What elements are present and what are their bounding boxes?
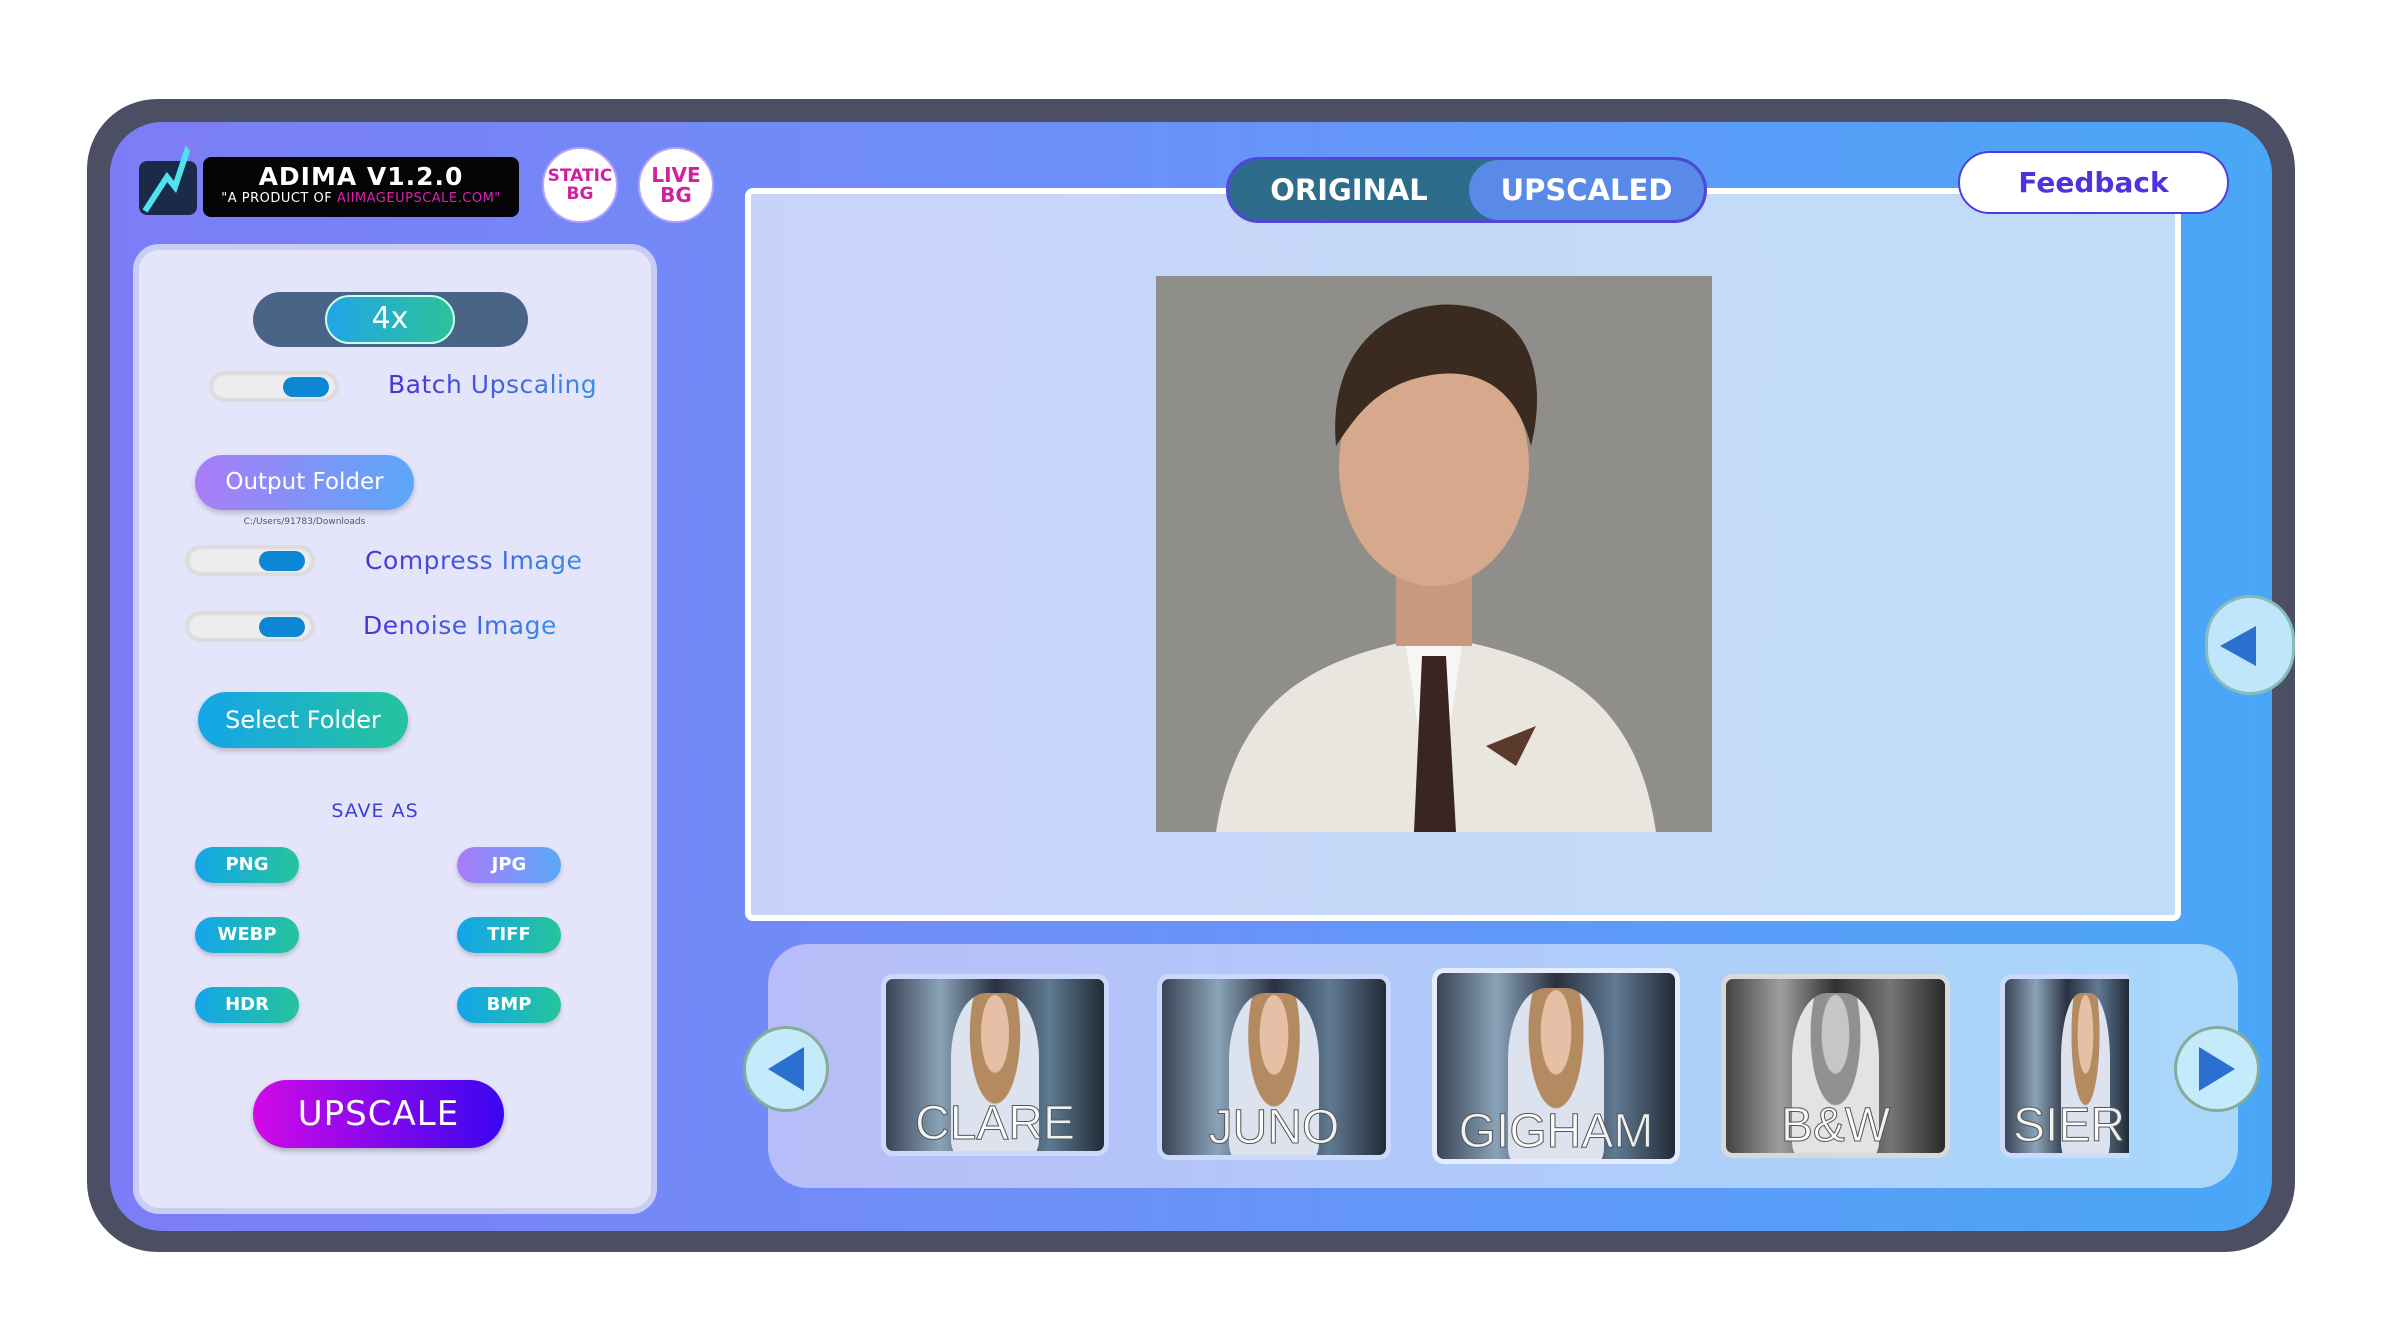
app-title: ADIMA V1.2.0 — [258, 162, 464, 191]
filter-thumbnail-gigham[interactable]: GIGHAM — [1432, 968, 1680, 1164]
preview-image — [1156, 276, 1712, 832]
scale-option-selected[interactable]: 4x — [325, 295, 455, 344]
app-subtitle: "A PRODUCT OF AIIMAGEUPSCALE.COM" — [203, 191, 519, 206]
format-png-button[interactable]: PNG — [195, 847, 299, 883]
compress-image-toggle[interactable] — [185, 545, 315, 576]
live-bg-label-1: LIVE — [651, 163, 701, 187]
select-folder-button[interactable]: Select Folder — [198, 692, 408, 748]
side-panel-expand-button[interactable] — [2205, 595, 2295, 695]
scale-selector[interactable]: 4x — [253, 292, 528, 347]
format-bmp-button[interactable]: BMP — [457, 987, 561, 1023]
filter-thumbnail-bw[interactable]: B&W — [1721, 974, 1950, 1158]
triangle-right-icon — [2199, 1047, 2235, 1091]
output-folder-path: C:/Users/91783/Downloads — [243, 517, 366, 527]
batch-upscaling-label: Batch Upscaling — [388, 370, 598, 399]
subtitle-brand: AIIMAGEUPSCALE — [336, 191, 458, 206]
format-hdr-button[interactable]: HDR — [195, 987, 299, 1023]
filter-label: B&W — [1780, 1099, 1891, 1153]
tab-upscaled[interactable]: UPSCALED — [1469, 160, 1704, 220]
save-as-label: SAVE AS — [331, 800, 419, 822]
view-toggle[interactable]: ORIGINAL UPSCALED — [1226, 157, 1707, 223]
filter-label: GIGHAM — [1458, 1105, 1654, 1159]
batch-upscaling-toggle[interactable] — [209, 371, 339, 402]
filter-thumbnail-juno[interactable]: JUNO — [1157, 974, 1391, 1160]
format-webp-button[interactable]: WEBP — [195, 917, 299, 953]
triangle-left-icon — [768, 1047, 804, 1091]
tab-original[interactable]: ORIGINAL — [1229, 160, 1469, 220]
toggle-knob — [259, 551, 305, 571]
subtitle-suffix: .COM" — [457, 191, 501, 206]
logo-icon — [139, 139, 197, 215]
filter-label: JUNO — [1208, 1101, 1340, 1155]
filter-thumbnail-sier[interactable]: SIER — [2000, 974, 2129, 1158]
filter-label: CLARE — [914, 1097, 1076, 1151]
portrait-image — [1156, 276, 1712, 832]
compress-image-label: Compress Image — [365, 546, 583, 575]
toggle-knob — [283, 377, 329, 397]
static-bg-button[interactable]: STATIC BG — [542, 147, 618, 223]
denoise-image-label: Denoise Image — [363, 611, 557, 640]
denoise-image-toggle[interactable] — [185, 611, 315, 642]
filter-thumbnail-clare[interactable]: CLARE — [881, 974, 1109, 1156]
feedback-button[interactable]: Feedback — [1958, 151, 2229, 214]
static-bg-label-2: BG — [566, 184, 594, 204]
subtitle-prefix: "A PRODUCT OF — [221, 191, 337, 206]
output-folder-button[interactable]: Output Folder — [195, 455, 414, 510]
triangle-left-icon — [2220, 626, 2256, 666]
upscale-button[interactable]: UPSCALE — [253, 1080, 504, 1148]
app-logo: ADIMA V1.2.0 "A PRODUCT OF AIIMAGEUPSCAL… — [203, 157, 519, 217]
static-bg-label-1: STATIC — [547, 166, 613, 186]
live-bg-label-2: BG — [660, 183, 692, 207]
toggle-knob — [259, 617, 305, 637]
format-tiff-button[interactable]: TIFF — [457, 917, 561, 953]
carousel-next-button[interactable] — [2174, 1026, 2260, 1112]
format-jpg-button[interactable]: JPG — [457, 847, 561, 883]
carousel-prev-button[interactable] — [743, 1026, 829, 1112]
live-bg-button[interactable]: LIVE BG — [638, 147, 714, 223]
filter-label: SIER — [2013, 1099, 2126, 1153]
